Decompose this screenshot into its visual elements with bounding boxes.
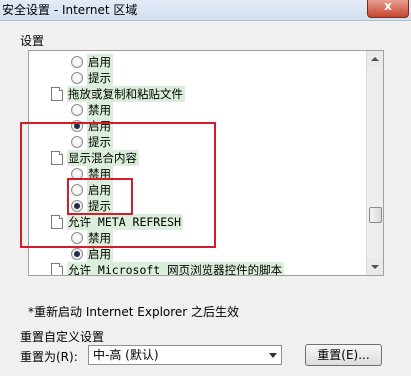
scroll-down-arrow-icon[interactable] bbox=[367, 259, 383, 275]
radio-button[interactable] bbox=[71, 184, 83, 196]
document-icon bbox=[51, 263, 63, 275]
vertical-scrollbar[interactable] bbox=[366, 51, 383, 275]
scroll-thumb[interactable] bbox=[369, 207, 382, 223]
document-icon bbox=[51, 215, 63, 229]
radio-button[interactable] bbox=[71, 136, 83, 148]
chevron-down-icon[interactable] bbox=[269, 353, 277, 358]
radio-button[interactable] bbox=[71, 56, 83, 68]
window-title: 安全设置 - Internet 区域 bbox=[2, 3, 138, 17]
reset-level-value: 中-高 (默认) bbox=[93, 348, 159, 362]
title-bar: 安全设置 - Internet 区域 bbox=[0, 0, 411, 21]
restart-note: *重新启动 Internet Explorer 之后生效 bbox=[28, 305, 240, 319]
radio-button-checked[interactable] bbox=[71, 120, 83, 132]
radio-button[interactable] bbox=[71, 232, 83, 244]
document-icon bbox=[51, 151, 63, 165]
radio-button[interactable] bbox=[71, 168, 83, 180]
radio-button[interactable] bbox=[71, 72, 83, 84]
document-icon bbox=[51, 87, 63, 101]
reset-button[interactable]: 重置(E)... bbox=[305, 344, 382, 366]
close-button[interactable] bbox=[367, 0, 409, 18]
settings-label: 设置 bbox=[20, 34, 45, 48]
reset-level-select[interactable]: 中-高 (默认) bbox=[88, 345, 282, 365]
scroll-up-arrow-icon[interactable] bbox=[367, 51, 383, 67]
reset-group-label: 重置自定义设置 bbox=[20, 330, 105, 344]
radio-button-checked[interactable] bbox=[71, 200, 83, 212]
radio-button[interactable] bbox=[71, 104, 83, 116]
settings-list[interactable]: 启用 提示 拖放或复制和粘贴文件 禁用 启用 提示 显示混合内容 禁用 启用 提… bbox=[28, 50, 384, 276]
reset-to-label: 重置为(R): bbox=[20, 350, 78, 364]
radio-button-checked[interactable] bbox=[71, 248, 83, 260]
